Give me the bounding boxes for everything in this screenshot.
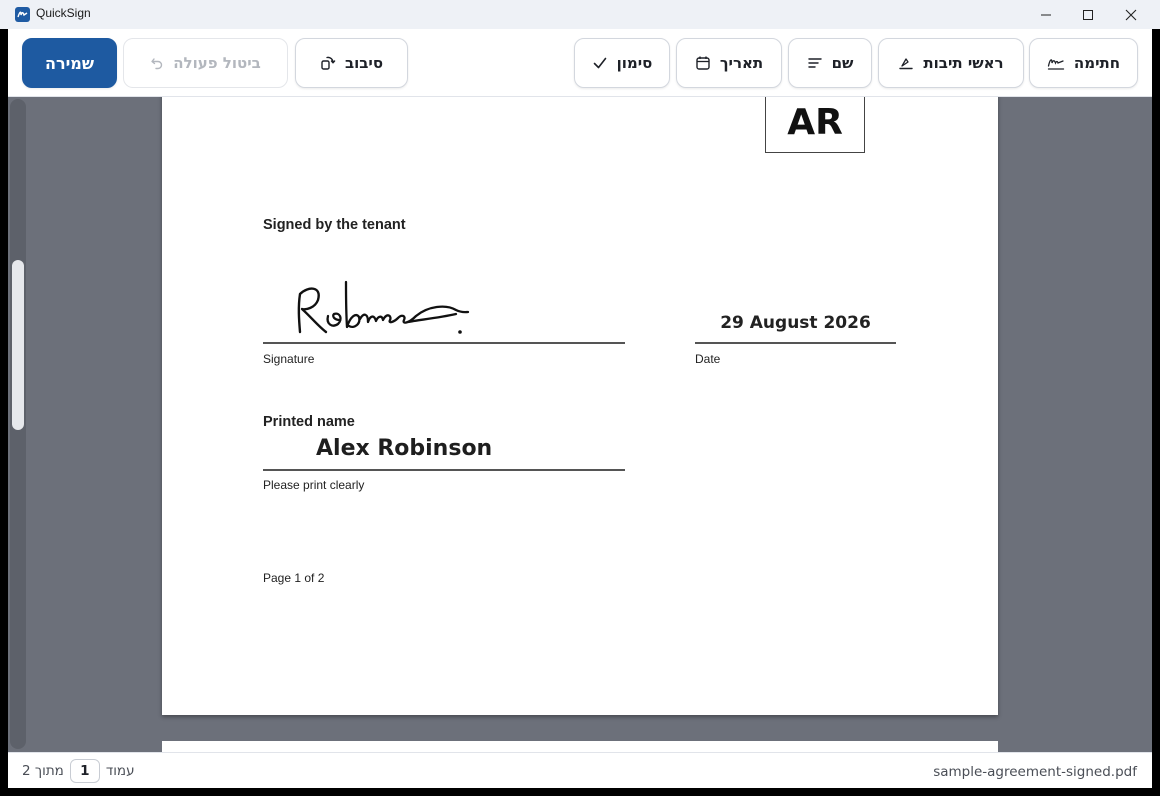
placed-initials-field[interactable]: AR <box>765 97 865 153</box>
signed-by-heading: Signed by the tenant <box>263 217 406 233</box>
save-button[interactable]: שמירה <box>22 38 117 88</box>
pdf-page: AR Signed by the tenant Signature 29 Aug… <box>162 97 998 715</box>
window-edge <box>0 788 1160 796</box>
minimize-icon <box>1041 14 1051 15</box>
maximize-icon <box>1083 9 1093 20</box>
check-label: סימון <box>616 54 653 72</box>
print-hint: Please print clearly <box>263 478 365 492</box>
page-navigator: עמוד 1 מתוך 2 <box>22 759 135 783</box>
printed-name-line <box>263 469 625 471</box>
page-word: עמוד <box>105 763 135 779</box>
maximize-button[interactable] <box>1066 0 1110 29</box>
minimize-button[interactable] <box>1024 0 1068 29</box>
calendar-icon <box>696 56 710 70</box>
toolbar: שמירה ביטול פעולה סיבוב סימון תאריך שם ר… <box>8 29 1152 97</box>
undo-button[interactable]: ביטול פעולה <box>123 38 288 88</box>
signature-label: חתימה <box>1073 54 1121 72</box>
date-line <box>695 342 896 344</box>
close-icon <box>1125 9 1137 20</box>
undo-icon <box>151 58 163 70</box>
date-button[interactable]: תאריך <box>676 38 782 88</box>
close-button[interactable] <box>1109 0 1153 29</box>
rotate-label: סיבוב <box>344 54 384 72</box>
name-label: שם <box>831 54 854 72</box>
quicksign-icon <box>15 7 30 22</box>
signature-button[interactable]: חתימה <box>1029 38 1138 88</box>
save-label: שמירה <box>44 53 95 73</box>
page-total: מתוך 2 <box>22 763 64 779</box>
signature-icon <box>1047 59 1065 70</box>
rotate-button[interactable]: סיבוב <box>295 38 408 88</box>
page-number-input[interactable]: 1 <box>69 759 100 783</box>
check-button[interactable]: סימון <box>574 38 670 88</box>
document-viewer[interactable]: AR Signed by the tenant Signature 29 Aug… <box>8 97 1152 752</box>
undo-label: ביטול פעולה <box>173 54 261 72</box>
check-icon <box>593 57 606 69</box>
placed-name-field[interactable]: Alex Robinson <box>316 436 492 461</box>
rotate-icon <box>321 56 336 70</box>
initials-button[interactable]: ראשי תיבות <box>878 38 1024 88</box>
file-name: sample-agreement-signed.pdf <box>933 764 1137 780</box>
signature-caption: Signature <box>263 352 315 366</box>
pdf-page-next <box>162 741 998 752</box>
date-caption: Date <box>695 352 721 366</box>
status-bar: עמוד 1 מתוך 2 sample-agreement-signed.pd… <box>8 752 1152 788</box>
scrollbar-thumb[interactable] <box>12 260 24 430</box>
date-label: תאריך <box>719 54 764 72</box>
title-bar: QuickSign <box>0 0 1160 29</box>
placed-signature-field[interactable] <box>288 272 508 342</box>
initials-label: ראשי תיבות <box>923 54 1004 72</box>
page-footer: Page 1 of 2 <box>263 571 325 585</box>
window-title: QuickSign <box>36 6 91 20</box>
initials-pen-icon <box>899 58 914 70</box>
printed-name-heading: Printed name <box>263 414 355 430</box>
placed-date-field[interactable]: 29 August 2026 <box>695 313 896 333</box>
signature-line <box>263 342 625 344</box>
text-lines-icon <box>807 58 822 68</box>
name-button[interactable]: שם <box>788 38 872 88</box>
